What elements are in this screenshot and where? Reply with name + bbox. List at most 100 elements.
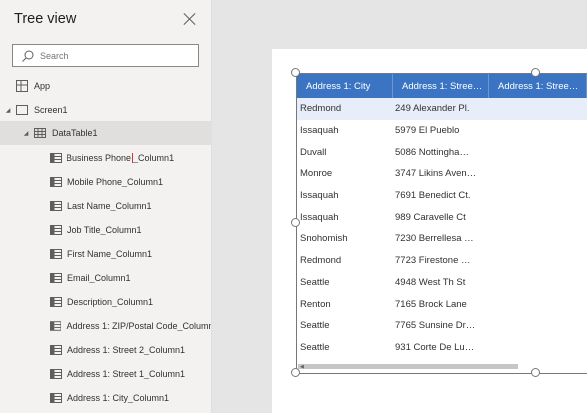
tree-item-label: App: [34, 81, 51, 91]
resize-handle-top-left[interactable]: [291, 68, 300, 77]
table-cell-street: 7765 Sunsine Dr…: [395, 320, 476, 332]
table-cell-street: 7165 Brock Lane: [395, 298, 467, 310]
tree-item-label: Address 1: ZIP/Postal Code_Column1: [66, 321, 212, 331]
tree-item-column[interactable]: Job Title_Column1: [0, 218, 211, 242]
table-cell-street: 5979 El Pueblo: [395, 125, 460, 137]
tree-item-label: Email_Column1: [67, 273, 131, 283]
table-cell-city: Redmond: [300, 103, 342, 115]
table-row[interactable]: Snohomish 7230 Berrellesa …: [297, 228, 587, 250]
resize-handle-bottom-left[interactable]: [291, 368, 300, 377]
selection-border: [296, 373, 587, 374]
table-cell-city: Monroe: [300, 168, 333, 180]
table-row[interactable]: Duvall 5086 Nottingha…: [297, 141, 587, 163]
tree-item-label: Screen1: [34, 105, 68, 115]
horizontal-scrollbar[interactable]: [298, 364, 518, 369]
table-cell-street: 3747 Likins Aven…: [395, 168, 477, 180]
tree-item-column[interactable]: Mobile Phone_Column1: [0, 170, 211, 194]
tree-item-label: Business Phone _Column1: [67, 153, 174, 163]
column-icon: [50, 345, 62, 355]
column-icon: [50, 273, 62, 283]
search-box[interactable]: [12, 44, 199, 67]
table-cell-city: Issaquah: [300, 190, 339, 202]
table-row[interactable]: Redmond 249 Alexander Pl.: [297, 98, 587, 120]
tree-item-column[interactable]: First Name_Column1: [0, 242, 211, 266]
table-cell-street: 249 Alexander Pl.: [395, 103, 470, 115]
tree-item-column[interactable]: Address 1: City_Column1: [0, 386, 211, 410]
column-header[interactable]: Address 1: Stree…: [393, 74, 489, 98]
tree-item-label: Job Title_Column1: [67, 225, 142, 235]
table-cell-city: Renton: [300, 298, 331, 310]
tree-item-label: Address 1: Street 2_Column1: [67, 345, 186, 355]
search-input[interactable]: [40, 50, 190, 61]
column-icon: [50, 369, 62, 379]
tree-view-panel: Tree view App ◢ Screen1 ◢ Da: [0, 0, 212, 413]
table-cell-city: Snohomish: [300, 233, 348, 245]
collapse-chevron-icon[interactable]: ◢: [4, 107, 12, 114]
screen-icon: [16, 105, 28, 115]
tree-item-column[interactable]: Address 1: ZIP/Postal Code_Column1: [0, 314, 212, 338]
table-row[interactable]: Seattle 931 Corte De Lu…: [297, 337, 587, 359]
column-header[interactable]: Address 1: City: [297, 74, 393, 98]
table-row[interactable]: Issaquah 989 Caravelle Ct: [297, 206, 587, 228]
tree-item-label: Description_Column1: [67, 297, 154, 307]
column-icon: [50, 201, 62, 211]
column-icon: [50, 153, 62, 163]
tree-item-column[interactable]: Email_Column1: [0, 266, 211, 290]
table-cell-city: Issaquah: [300, 125, 339, 137]
table-cell-street: 989 Caravelle Ct: [395, 211, 466, 223]
label-suffix: _Column1: [133, 153, 175, 163]
tree-item-label: Address 1: Street 1_Column1: [67, 369, 186, 379]
collapse-chevron-icon[interactable]: ◢: [22, 130, 30, 137]
column-icon: [50, 321, 62, 331]
tree-view-title: Tree view: [14, 11, 77, 27]
column-icon: [50, 177, 62, 187]
column-header[interactable]: Address 1: Stree…: [489, 74, 587, 98]
column-icon: [50, 249, 62, 259]
table-row[interactable]: Seattle 4948 West Th St: [297, 272, 587, 294]
tree-view-header: Tree view: [0, 0, 211, 38]
tree-item-column[interactable]: Business Phone _Column1: [0, 146, 211, 170]
tree-item-screen1[interactable]: ◢ Screen1: [0, 98, 211, 122]
table-cell-city: Seattle: [300, 341, 330, 353]
column-icon: [50, 225, 62, 235]
table-cell-street: 7230 Berrellesa …: [395, 233, 474, 245]
highlighted-text: Business Phone: [67, 153, 134, 163]
table-row[interactable]: Monroe 3747 Likins Aven…: [297, 163, 587, 185]
table-row[interactable]: Issaquah 5979 El Pueblo: [297, 120, 587, 142]
table-cell-street: 931 Corte De Lu…: [395, 341, 475, 353]
tree-item-column[interactable]: Address 1: Street 2_Column1: [0, 338, 211, 362]
tree-item-label: DataTable1: [52, 128, 98, 138]
table-row[interactable]: Redmond 7723 Firestone …: [297, 250, 587, 272]
tree-item-column[interactable]: Address 1: Street 1_Column1: [0, 362, 211, 386]
table-row[interactable]: Renton 7165 Brock Lane: [297, 293, 587, 315]
table-cell-city: Seattle: [300, 320, 330, 332]
table-cell-city: Seattle: [300, 276, 330, 288]
tree-item-label: First Name_Column1: [67, 249, 153, 259]
tree-item-column[interactable]: Description_Column1: [0, 290, 211, 314]
close-icon[interactable]: [183, 12, 197, 26]
resize-handle-top[interactable]: [531, 68, 540, 77]
resize-handle-bottom[interactable]: [531, 368, 540, 377]
search-icon: [22, 50, 34, 62]
table-cell-street: 7723 Firestone …: [395, 255, 471, 267]
tree-item-column[interactable]: Last Name_Column1: [0, 194, 211, 218]
table-row[interactable]: Issaquah 7691 Benedict Ct.: [297, 185, 587, 207]
resize-handle-left[interactable]: [291, 218, 300, 227]
table-cell-street: 7691 Benedict Ct.: [395, 190, 471, 202]
table-row[interactable]: Seattle 7765 Sunsine Dr…: [297, 315, 587, 337]
tree-item-label: Last Name_Column1: [67, 201, 152, 211]
table-cell-city: Redmond: [300, 255, 342, 267]
table-cell-street: 4948 West Th St: [395, 276, 466, 288]
datatable-rows: Redmond 249 Alexander Pl. Issaquah 5979 El …: [297, 98, 587, 358]
table-cell-city: Duvall: [300, 146, 327, 158]
column-icon: [50, 393, 62, 403]
datatable-icon: [34, 128, 46, 138]
table-cell-street: 5086 Nottingha…: [395, 146, 469, 158]
scroll-left-arrow-icon[interactable]: ◀: [300, 364, 304, 370]
column-icon: [50, 297, 62, 307]
app-icon: [16, 80, 28, 92]
datatable-header: Address 1: City Address 1: Stree… Addres…: [297, 74, 587, 98]
tree-item-datatable1[interactable]: ◢ DataTable1: [0, 121, 211, 145]
tree-item-app[interactable]: App: [0, 74, 211, 98]
table-cell-city: Issaquah: [300, 211, 339, 223]
